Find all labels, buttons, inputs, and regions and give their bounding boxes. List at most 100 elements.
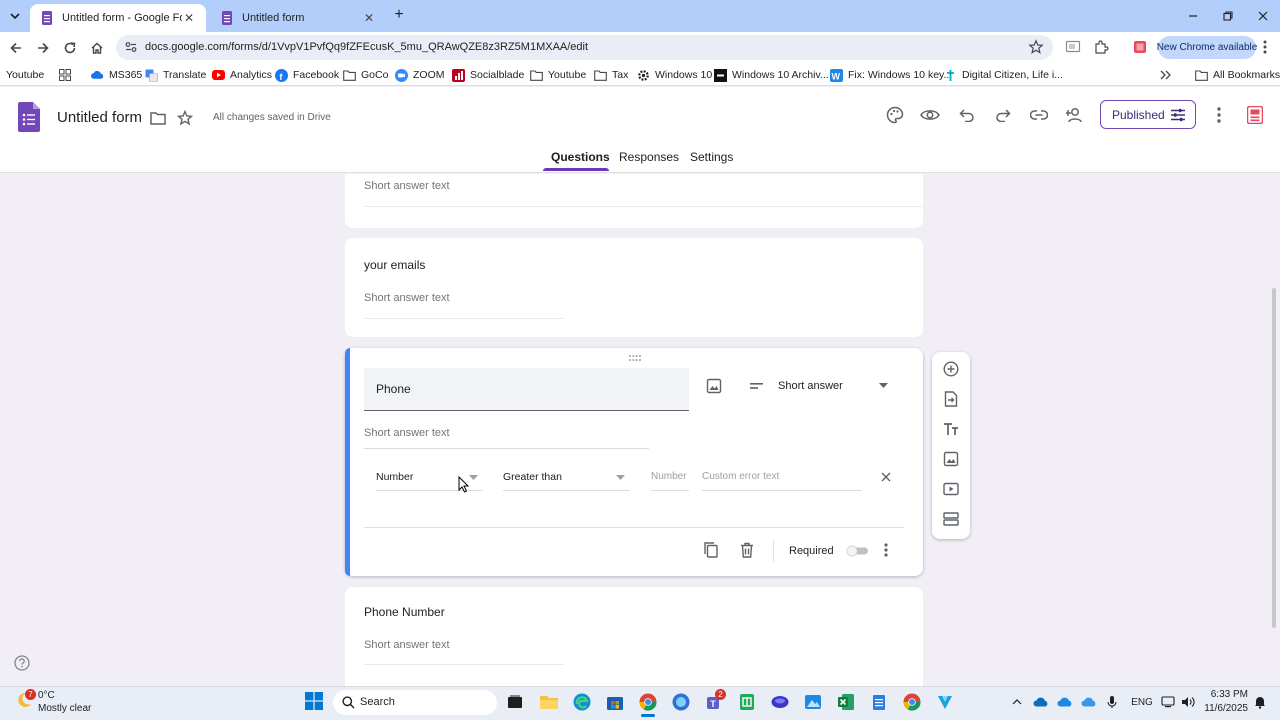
close-tab-icon[interactable]: ✕ <box>182 11 196 25</box>
question-type-dropdown[interactable]: Short answer <box>744 372 904 400</box>
add-question-icon[interactable] <box>942 360 960 378</box>
question-title-input[interactable] <box>364 368 689 411</box>
redo-icon[interactable] <box>993 105 1013 125</box>
tab-questions[interactable]: Questions <box>551 150 610 164</box>
url-text[interactable]: docs.google.com/forms/d/1VvpV1PvfQq9fZFE… <box>145 41 588 53</box>
customize-theme-icon[interactable] <box>885 105 905 125</box>
minimize-icon[interactable] <box>1176 0 1210 32</box>
volume-icon[interactable] <box>1180 694 1196 710</box>
star-icon[interactable] <box>175 108 195 128</box>
app-icon-2[interactable] <box>935 692 955 712</box>
apps-grid-icon[interactable] <box>58 67 76 83</box>
import-questions-icon[interactable] <box>942 390 960 408</box>
remove-validation-close-icon[interactable] <box>876 467 896 487</box>
published-button[interactable]: Published <box>1100 100 1196 129</box>
copilot-icon[interactable] <box>671 692 691 712</box>
bookmark-socialblade[interactable]: Socialblade <box>452 67 524 83</box>
delete-trash-icon[interactable] <box>737 540 757 560</box>
form-title[interactable]: Untitled form <box>57 109 142 126</box>
excel-icon[interactable] <box>836 692 856 712</box>
bookmark-ms365[interactable]: MS365 <box>91 67 142 83</box>
all-bookmarks[interactable]: All Bookmarks <box>1195 67 1280 83</box>
bookmark-fix-windows-10-key[interactable]: W Fix: Windows 10 key... <box>830 67 952 83</box>
tab-untitled-form[interactable]: Untitled form ✕ <box>210 4 386 32</box>
weather-description[interactable]: Mostly clear <box>38 703 91 714</box>
reload-icon[interactable] <box>60 38 80 58</box>
sheets-icon[interactable] <box>737 692 757 712</box>
microphone-icon[interactable] <box>1104 694 1120 710</box>
bookmark-facebook[interactable]: f Facebook <box>275 67 339 83</box>
move-to-folder-icon[interactable] <box>148 108 168 128</box>
add-collaborators-icon[interactable] <box>1065 105 1085 125</box>
number-input[interactable]: Number <box>651 471 687 482</box>
page-scrollbar[interactable] <box>1272 288 1276 628</box>
app-icon[interactable] <box>770 692 790 712</box>
store-icon[interactable] <box>605 692 625 712</box>
validation-condition-dropdown[interactable]: Greater than <box>503 471 562 483</box>
language-indicator[interactable]: ENG <box>1131 694 1153 710</box>
drag-handle-icon[interactable] <box>628 354 642 362</box>
bookmark-digital-citizen[interactable]: Digital Citizen, Life i... <box>944 67 1063 83</box>
restore-icon[interactable] <box>1211 0 1245 32</box>
clock-date[interactable]: 11/6/2025 <box>1200 703 1248 714</box>
onedrive-icon[interactable] <box>1032 694 1050 710</box>
chrome-menu-icon[interactable] <box>1256 39 1274 55</box>
clock-time[interactable]: 6:33 PM <box>1206 689 1248 700</box>
tab-search-icon[interactable] <box>4 5 26 27</box>
question-card-phone-number[interactable] <box>345 587 923 686</box>
extensions-icon[interactable] <box>1092 39 1110 55</box>
bookmark-youtube-1[interactable]: Youtube <box>6 67 44 83</box>
more-bookmarks-icon[interactable] <box>1159 67 1177 83</box>
profile-extension-icon[interactable] <box>1131 39 1149 55</box>
add-section-icon[interactable] <box>942 510 960 528</box>
dropdown-arrow-icon[interactable] <box>616 475 625 480</box>
show-hidden-icons-icon[interactable] <box>1010 694 1024 710</box>
edge-icon[interactable] <box>572 692 592 712</box>
bookmark-star-icon[interactable] <box>1028 39 1044 55</box>
help-icon[interactable] <box>14 655 30 671</box>
notifications-icon[interactable] <box>1252 694 1268 710</box>
task-view-icon[interactable] <box>505 692 525 712</box>
bookmark-translate[interactable]: Translate <box>145 67 206 83</box>
more-options-icon[interactable] <box>1209 105 1229 125</box>
taskbar-search[interactable] <box>333 690 497 715</box>
chrome-icon[interactable] <box>638 692 658 712</box>
home-icon[interactable] <box>87 38 107 58</box>
weather-temperature[interactable]: 0°C <box>38 690 55 701</box>
tab-settings[interactable]: Settings <box>690 150 733 164</box>
close-window-icon[interactable] <box>1246 0 1280 32</box>
account-avatar-icon[interactable] <box>1245 105 1265 125</box>
bookmark-windows-10-archive[interactable]: Windows 10 Archiv... <box>714 67 829 83</box>
duplicate-icon[interactable] <box>701 540 721 560</box>
bookmark-goco[interactable]: GoCo <box>343 67 388 83</box>
notepad-icon[interactable] <box>869 692 889 712</box>
windows-start-icon[interactable] <box>305 692 323 710</box>
forward-icon[interactable] <box>33 38 53 58</box>
network-icon[interactable] <box>1160 694 1176 710</box>
more-vert-icon[interactable] <box>876 540 896 560</box>
tab-responses[interactable]: Responses <box>619 150 679 164</box>
preview-eye-icon[interactable] <box>920 105 940 125</box>
dropdown-arrow-icon[interactable] <box>469 475 478 480</box>
required-toggle[interactable] <box>845 545 869 557</box>
chrome-profile-icon[interactable] <box>902 692 922 712</box>
cloud-sync-icon[interactable] <box>1080 694 1098 710</box>
close-tab-icon[interactable]: ✕ <box>362 11 376 25</box>
validation-type-dropdown[interactable]: Number <box>376 471 413 483</box>
question-card-emails[interactable] <box>345 238 923 337</box>
google-forms-logo-icon[interactable] <box>18 102 40 132</box>
bookmark-youtube-2[interactable]: Youtube <box>530 67 586 83</box>
bookmark-tax[interactable]: Tax <box>594 67 628 83</box>
bookmark-zoom[interactable]: ZOOM <box>395 67 445 83</box>
add-video-icon[interactable] <box>942 480 960 498</box>
add-title-description-icon[interactable] <box>942 420 960 438</box>
add-image-icon[interactable] <box>704 376 724 396</box>
undo-icon[interactable] <box>957 105 977 125</box>
bookmark-windows-10[interactable]: Windows 10 <box>637 67 712 83</box>
copy-link-icon[interactable] <box>1029 105 1049 125</box>
cast-icon[interactable] <box>1064 39 1082 55</box>
bookmark-analytics[interactable]: Analytics <box>212 67 272 83</box>
back-icon[interactable] <box>6 38 26 58</box>
custom-error-input[interactable]: Custom error text <box>702 471 779 482</box>
file-explorer-icon[interactable] <box>539 692 559 712</box>
